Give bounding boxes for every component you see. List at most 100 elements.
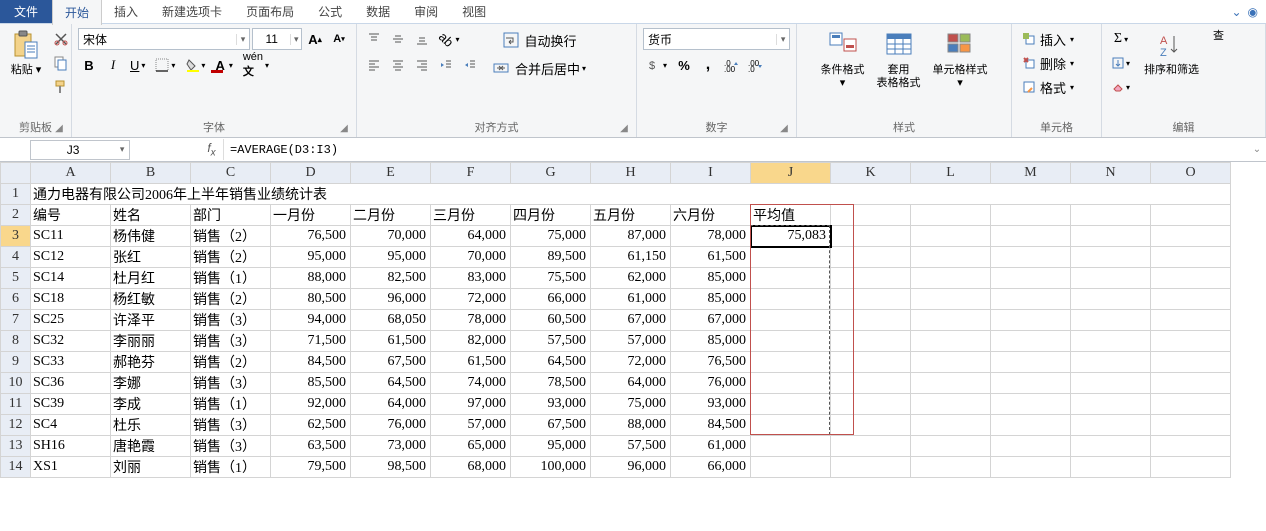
cell[interactable]: 73,000 — [351, 436, 431, 457]
align-left-button[interactable] — [363, 54, 385, 76]
cell[interactable] — [1151, 226, 1231, 247]
increase-font-button[interactable]: A▴ — [304, 28, 326, 50]
cell[interactable]: 68,000 — [431, 457, 511, 478]
cell[interactable]: 93,000 — [511, 394, 591, 415]
cell[interactable] — [1071, 268, 1151, 289]
cell[interactable] — [1151, 289, 1231, 310]
cell[interactable] — [831, 415, 911, 436]
paste-button[interactable]: 粘贴 ▾ — [6, 28, 46, 79]
col-header-D[interactable]: D — [271, 163, 351, 184]
row-header-4[interactable]: 4 — [1, 247, 31, 268]
align-center-button[interactable] — [387, 54, 409, 76]
cell[interactable] — [831, 268, 911, 289]
cell[interactable]: 销售（1） — [191, 268, 271, 289]
chevron-down-icon[interactable]: ▾ — [290, 34, 301, 45]
cell[interactable]: 78,000 — [671, 226, 751, 247]
cell[interactable] — [911, 352, 991, 373]
col-header-B[interactable]: B — [111, 163, 191, 184]
cell[interactable]: 82,000 — [431, 331, 511, 352]
cell[interactable]: 75,000 — [511, 226, 591, 247]
row-header-12[interactable]: 12 — [1, 415, 31, 436]
cell[interactable]: 89,500 — [511, 247, 591, 268]
cell[interactable] — [911, 247, 991, 268]
cell[interactable] — [751, 268, 831, 289]
cell[interactable] — [831, 457, 911, 478]
cell[interactable] — [831, 394, 911, 415]
row-header-8[interactable]: 8 — [1, 331, 31, 352]
chevron-down-icon[interactable]: ▾ — [776, 34, 789, 45]
cell[interactable] — [1071, 226, 1151, 247]
percent-button[interactable]: % — [673, 54, 695, 76]
cell[interactable] — [991, 394, 1071, 415]
cell[interactable]: 63,500 — [271, 436, 351, 457]
cell[interactable]: 80,500 — [271, 289, 351, 310]
cell[interactable]: 64,500 — [511, 352, 591, 373]
align-middle-button[interactable] — [387, 28, 409, 50]
accounting-format-button[interactable]: $▾ — [643, 54, 671, 76]
cell[interactable] — [751, 373, 831, 394]
border-button[interactable]: ▾ — [151, 54, 179, 76]
cell[interactable]: 许泽平 — [111, 310, 191, 331]
cell[interactable] — [911, 457, 991, 478]
tab-1[interactable]: 插入 — [102, 0, 150, 24]
row-header-13[interactable]: 13 — [1, 436, 31, 457]
cell[interactable]: 61,500 — [351, 331, 431, 352]
find-select-button[interactable]: 查 — [1209, 28, 1228, 45]
font-size-combo[interactable] — [253, 32, 290, 46]
cell[interactable]: 96,000 — [591, 457, 671, 478]
cell[interactable]: SC18 — [31, 289, 111, 310]
cell[interactable] — [1151, 373, 1231, 394]
header-cell[interactable]: 六月份 — [671, 205, 751, 226]
dialog-launcher-icon[interactable]: ◢ — [338, 123, 350, 135]
header-cell[interactable] — [1071, 205, 1151, 226]
row-header-6[interactable]: 6 — [1, 289, 31, 310]
cell[interactable]: 84,500 — [271, 352, 351, 373]
cell[interactable]: 60,500 — [511, 310, 591, 331]
cell[interactable] — [831, 352, 911, 373]
cell[interactable] — [1151, 268, 1231, 289]
cell[interactable] — [991, 457, 1071, 478]
col-header-F[interactable]: F — [431, 163, 511, 184]
tab-4[interactable]: 公式 — [306, 0, 354, 24]
cell[interactable]: 57,000 — [591, 331, 671, 352]
col-header-H[interactable]: H — [591, 163, 671, 184]
cell[interactable]: 78,000 — [431, 310, 511, 331]
format-as-table-button[interactable]: 套用 表格格式 — [873, 28, 925, 92]
tab-5[interactable]: 数据 — [354, 0, 402, 24]
wrap-text-button[interactable]: 自动换行 — [489, 28, 590, 52]
cell[interactable]: 74,000 — [431, 373, 511, 394]
cell[interactable] — [1151, 352, 1231, 373]
cell[interactable]: 85,000 — [671, 289, 751, 310]
cell[interactable]: 李娜 — [111, 373, 191, 394]
help-icon[interactable]: ◉ — [1248, 5, 1258, 19]
cell[interactable]: 85,000 — [671, 268, 751, 289]
header-cell[interactable]: 二月份 — [351, 205, 431, 226]
cell[interactable]: 70,000 — [431, 247, 511, 268]
title-cell[interactable]: 通力电器有限公司2006年上半年销售业绩统计表 — [31, 184, 1231, 205]
cell[interactable]: 销售（3） — [191, 331, 271, 352]
cell[interactable]: 杜乐 — [111, 415, 191, 436]
tab-3[interactable]: 页面布局 — [234, 0, 306, 24]
cell[interactable] — [751, 457, 831, 478]
col-header-I[interactable]: I — [671, 163, 751, 184]
decrease-indent-button[interactable] — [435, 54, 457, 76]
cell[interactable] — [831, 331, 911, 352]
cell[interactable]: 57,500 — [591, 436, 671, 457]
cell[interactable] — [991, 268, 1071, 289]
cell[interactable]: 82,500 — [351, 268, 431, 289]
cell[interactable]: 66,000 — [671, 457, 751, 478]
header-cell[interactable]: 五月份 — [591, 205, 671, 226]
cell[interactable]: 72,000 — [591, 352, 671, 373]
cell[interactable] — [751, 352, 831, 373]
align-bottom-button[interactable] — [411, 28, 433, 50]
cell[interactable]: 70,000 — [351, 226, 431, 247]
phonetic-button[interactable]: wén文▾ — [239, 54, 273, 76]
cell[interactable]: 87,000 — [591, 226, 671, 247]
cell[interactable] — [831, 289, 911, 310]
underline-button[interactable]: U▾ — [126, 54, 149, 76]
header-cell[interactable]: 部门 — [191, 205, 271, 226]
cell[interactable]: 61,500 — [671, 247, 751, 268]
cell[interactable]: 销售（3） — [191, 310, 271, 331]
cell[interactable]: 88,000 — [591, 415, 671, 436]
col-header-C[interactable]: C — [191, 163, 271, 184]
